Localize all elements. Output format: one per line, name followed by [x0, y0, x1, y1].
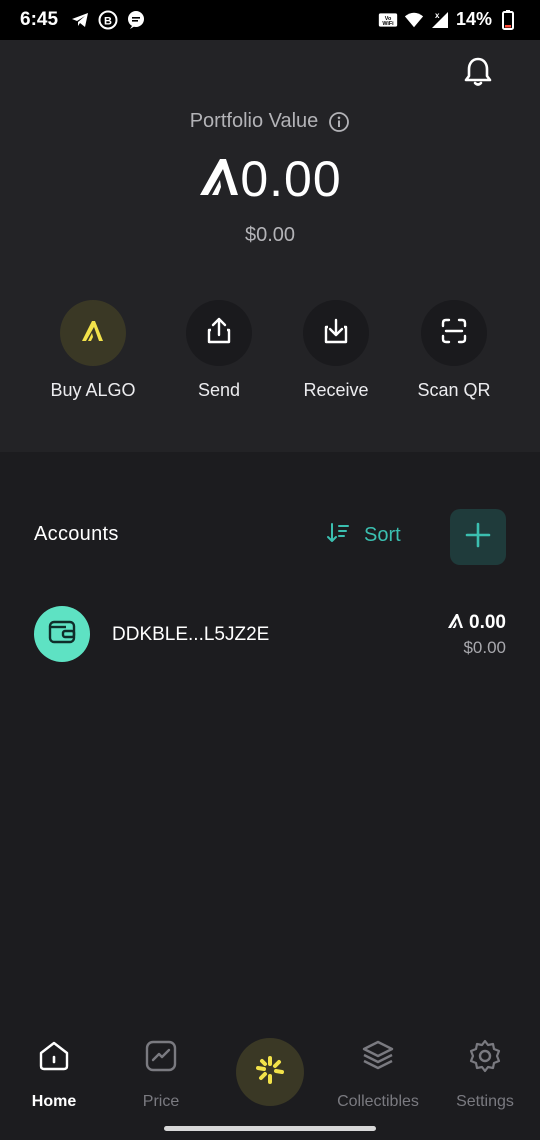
gear-icon [467, 1038, 503, 1079]
quick-actions: Buy ALGO Send Receive Scan QR [0, 300, 540, 410]
wallet-icon [46, 616, 78, 653]
chart-icon [143, 1038, 179, 1079]
bottom-navigation: Home Price Collectibles Settings [0, 1020, 540, 1140]
battery-icon [498, 9, 518, 30]
send-label: Send [197, 380, 241, 400]
account-avatar [34, 606, 90, 662]
account-algo-balance-row: 0.00 [447, 612, 506, 634]
info-icon[interactable] [328, 111, 350, 133]
status-icons-left: B [70, 10, 146, 30]
receive-circle[interactable] [303, 300, 369, 366]
receive-button[interactable]: Receive [276, 300, 396, 401]
nav-settings-label: Settings [456, 1093, 514, 1110]
account-algo-balance: 0.00 [469, 612, 506, 633]
sparkle-icon [253, 1053, 287, 1092]
algo-icon [81, 319, 105, 348]
telegram-icon [70, 10, 90, 30]
buy-algo-label: Buy ALGO [50, 380, 136, 400]
algo-symbol-icon [447, 612, 469, 633]
account-usd-balance: $0.00 [463, 638, 506, 657]
battery-percent: 14% [455, 9, 492, 29]
b-circle-icon: B [98, 10, 118, 30]
receive-label: Receive [303, 380, 369, 400]
portfolio-label-row: Portfolio Value [0, 110, 540, 133]
send-circle[interactable] [186, 300, 252, 366]
download-icon [320, 315, 352, 352]
nav-collectibles-label: Collectibles [337, 1093, 419, 1110]
nav-price-label: Price [142, 1093, 180, 1110]
wifi-icon [404, 10, 424, 30]
portfolio-usd-value: $0.00 [244, 224, 296, 246]
signal-icon: x [430, 10, 450, 30]
add-account-button[interactable] [450, 509, 506, 565]
scan-icon [438, 315, 470, 352]
svg-text:x: x [435, 11, 440, 20]
buy-algo-button[interactable]: Buy ALGO [33, 300, 153, 401]
send-button[interactable]: Send [159, 300, 279, 401]
scan-qr-button[interactable]: Scan QR [394, 300, 514, 401]
nav-collectibles[interactable]: Collectibles [328, 1038, 428, 1111]
center-action-button[interactable] [236, 1038, 304, 1106]
nav-settings[interactable]: Settings [435, 1038, 535, 1111]
chat-bubble-icon [126, 10, 146, 30]
sort-icon [326, 521, 350, 550]
share-up-icon [203, 315, 235, 352]
accounts-header: Accounts Sort [0, 505, 540, 565]
account-list-item[interactable]: DDKBLE...L5JZ2E 0.00 $0.00 [0, 600, 540, 670]
svg-text:WiFi: WiFi [382, 21, 394, 27]
nav-home-label: Home [31, 1093, 77, 1110]
vowifi-icon: Vo WiFi [378, 10, 398, 30]
accounts-title: Accounts [34, 523, 119, 545]
home-icon [36, 1038, 72, 1079]
portfolio-label: Portfolio Value [189, 110, 319, 132]
sort-label: Sort [364, 524, 401, 546]
account-name: DDKBLE...L5JZ2E [112, 624, 270, 645]
scan-qr-label: Scan QR [417, 380, 491, 400]
portfolio-algo-value: 0.00 [240, 151, 342, 207]
status-time: 6:45 [20, 9, 59, 30]
home-indicator[interactable] [164, 1126, 376, 1131]
layers-icon [360, 1038, 396, 1079]
algo-symbol-icon [198, 155, 240, 204]
status-icons-right: Vo WiFi x 14% [378, 9, 518, 30]
plus-icon [464, 521, 492, 554]
nav-home[interactable]: Home [4, 1038, 104, 1111]
portfolio-balance: 0.00 [0, 150, 540, 208]
notification-bell-icon[interactable] [460, 54, 496, 90]
status-bar: 6:45 B Vo WiFi x 14% [0, 0, 540, 40]
svg-text:B: B [104, 16, 112, 28]
buy-algo-circle[interactable] [60, 300, 126, 366]
nav-price[interactable]: Price [111, 1038, 211, 1111]
sort-button[interactable]: Sort [326, 521, 401, 550]
scan-qr-circle[interactable] [421, 300, 487, 366]
